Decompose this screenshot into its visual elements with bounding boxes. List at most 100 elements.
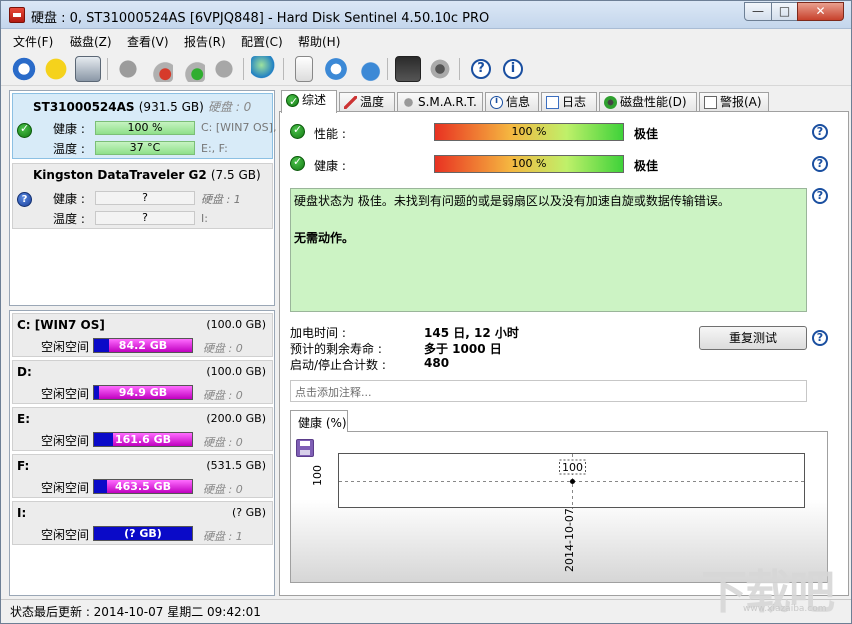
health-label: 健康 : — [314, 157, 346, 174]
menu-file[interactable]: 文件(F) — [13, 33, 53, 50]
status-unknown-icon: ? — [17, 192, 32, 207]
health-ok-icon — [290, 156, 305, 171]
partition-size: (100.0 GB) — [206, 365, 266, 378]
chart-svg: 100 — [339, 454, 806, 509]
globe-icon[interactable] — [251, 56, 277, 82]
monitor-icon[interactable] — [395, 56, 421, 82]
free-space-bar: 463.5 GB — [93, 479, 193, 494]
tab-alerts[interactable]: 警报(A) — [699, 92, 769, 112]
free-space-bar: 161.6 GB — [93, 432, 193, 447]
disk-partitions: I: — [201, 212, 208, 225]
disk-gray-icon[interactable] — [115, 56, 141, 82]
retest-help-icon[interactable]: ? — [812, 330, 828, 346]
partition-size: (200.0 GB) — [206, 412, 266, 425]
maximize-button[interactable]: □ — [771, 2, 798, 21]
disk-check-icon[interactable] — [179, 56, 205, 82]
help-icon[interactable]: ? — [471, 59, 491, 79]
partition-item[interactable]: C: [WIN7 OS](100.0 GB)空闲空间84.2 GB硬盘 : 0 — [12, 313, 273, 357]
chart-tab-health[interactable]: 健康 (%) — [290, 410, 348, 432]
menu-help[interactable]: 帮助(H) — [298, 33, 340, 50]
tab-info[interactable]: i 信息 — [485, 92, 539, 112]
check-icon — [286, 94, 299, 107]
menu-disk[interactable]: 磁盘(Z) — [70, 33, 112, 50]
network-icon[interactable] — [355, 56, 381, 82]
status-text: 硬盘状态为 极佳。未找到有问题的或是弱扇区以及没有加速自旋或数据传输错误。 — [294, 192, 803, 209]
disk-index: 硬盘 : 1 — [201, 191, 241, 207]
tab-smart[interactable]: S.M.A.R.T. — [397, 92, 483, 112]
performance-label: 性能 : — [314, 125, 346, 142]
free-space-label: 空闲空间 — [41, 385, 89, 402]
health-label: 健康 : — [53, 190, 85, 207]
partition-size: (? GB) — [232, 506, 266, 519]
sync-icon[interactable] — [323, 56, 349, 82]
health-bar: 100 % — [434, 155, 624, 173]
temp-label: 温度 : — [53, 210, 85, 227]
partition-disk: 硬盘 : 0 — [203, 387, 243, 403]
disk-model: ST31000524AS — [33, 100, 135, 114]
health-label: 健康 : — [53, 120, 85, 137]
status-help-icon[interactable]: ? — [812, 188, 828, 204]
minimize-button[interactable]: — — [744, 2, 772, 21]
menu-config[interactable]: 配置(C) — [241, 33, 283, 50]
partition-name: E: — [17, 412, 30, 426]
partition-disk: 硬盘 : 1 — [203, 528, 243, 544]
save-icon[interactable] — [296, 439, 314, 457]
free-space-label: 空闲空间 — [41, 526, 89, 543]
chart-point — [570, 479, 575, 484]
disk-tool-icon[interactable] — [211, 56, 237, 82]
partition-item[interactable]: I:(? GB)空闲空间(? GB)硬盘 : 1 — [12, 501, 273, 545]
performance-rating: 极佳 — [634, 125, 658, 142]
window-title: 硬盘 : 0, ST31000524AS [6VPJQ848] - Hard D… — [31, 7, 489, 26]
info-icon[interactable]: i — [503, 59, 523, 79]
document-icon[interactable] — [295, 56, 313, 82]
retest-button[interactable]: 重复测试 — [699, 326, 807, 350]
disk-model: Kingston DataTraveler G2 — [33, 168, 207, 182]
disk-item-1[interactable]: Kingston DataTraveler G2 (7.5 GB) ? 健康 :… — [12, 163, 273, 229]
startstop-label: 启动/停止合计数 : — [290, 356, 386, 373]
partition-name: C: [WIN7 OS] — [17, 318, 105, 332]
disk-small-icon — [402, 96, 415, 109]
menu-view[interactable]: 查看(V) — [127, 33, 169, 50]
tab-log[interactable]: 日志 — [541, 92, 597, 112]
health-help-icon[interactable]: ? — [812, 156, 828, 172]
chart-y-tick: 100 — [311, 465, 324, 486]
partition-disk: 硬盘 : 0 — [203, 481, 243, 497]
chart-x-tick: 2014-10-07 — [563, 508, 576, 572]
tab-disk-performance[interactable]: 磁盘性能(D) — [599, 92, 697, 112]
disk-index: 硬盘 : 0 — [208, 100, 251, 114]
speaker-icon[interactable] — [427, 56, 453, 82]
partition-list: C: [WIN7 OS](100.0 GB)空闲空间84.2 GB硬盘 : 0D… — [9, 310, 275, 596]
tab-label: 综述 — [302, 93, 326, 107]
disk-size: (7.5 GB) — [211, 168, 261, 182]
partition-disk: 硬盘 : 0 — [203, 340, 243, 356]
tab-overview[interactable]: 综述 — [281, 90, 337, 113]
disk-icon[interactable] — [75, 56, 101, 82]
chart-data-label: 100 — [562, 461, 583, 474]
health-bar: 100 % — [95, 121, 195, 135]
partition-item[interactable]: F:(531.5 GB)空闲空间463.5 GB硬盘 : 0 — [12, 454, 273, 498]
free-space-label: 空闲空间 — [41, 479, 89, 496]
partition-disk: 硬盘 : 0 — [203, 434, 243, 450]
tab-label: 信息 — [506, 95, 530, 109]
partition-item[interactable]: D:(100.0 GB)空闲空间94.9 GB硬盘 : 0 — [12, 360, 273, 404]
disk-name: ST31000524AS (931.5 GB) 硬盘 : 0 — [33, 98, 251, 115]
warning-icon[interactable] — [43, 56, 69, 82]
menu-report[interactable]: 报告(R) — [184, 33, 226, 50]
tab-temperature[interactable]: 温度 — [339, 92, 395, 112]
disk-alert-icon[interactable] — [147, 56, 173, 82]
note-input[interactable]: 点击添加注释... — [290, 380, 807, 402]
close-button[interactable]: ✕ — [797, 2, 844, 21]
refresh-icon[interactable] — [11, 56, 37, 82]
free-space-bar: 84.2 GB — [93, 338, 193, 353]
free-space-value: 161.6 GB — [94, 433, 192, 446]
menu-bar: 文件(F) 磁盘(Z) 查看(V) 报告(R) 配置(C) 帮助(H) — [1, 30, 851, 52]
performance-bar: 100 % — [434, 123, 624, 141]
toolbar-separator — [243, 58, 244, 80]
performance-help-icon[interactable]: ? — [812, 124, 828, 140]
log-icon — [546, 96, 559, 109]
disk-item-0[interactable]: ST31000524AS (931.5 GB) 硬盘 : 0 健康 : 100 … — [12, 93, 273, 159]
status-text-box: 硬盘状态为 极佳。未找到有问题的或是弱扇区以及没有加速自旋或数据传输错误。 无需… — [290, 188, 807, 312]
partition-item[interactable]: E:(200.0 GB)空闲空间161.6 GB硬盘 : 0 — [12, 407, 273, 451]
disk-partitions-2: E:, F: — [201, 142, 228, 155]
tab-label: S.M.A.R.T. — [418, 95, 477, 109]
